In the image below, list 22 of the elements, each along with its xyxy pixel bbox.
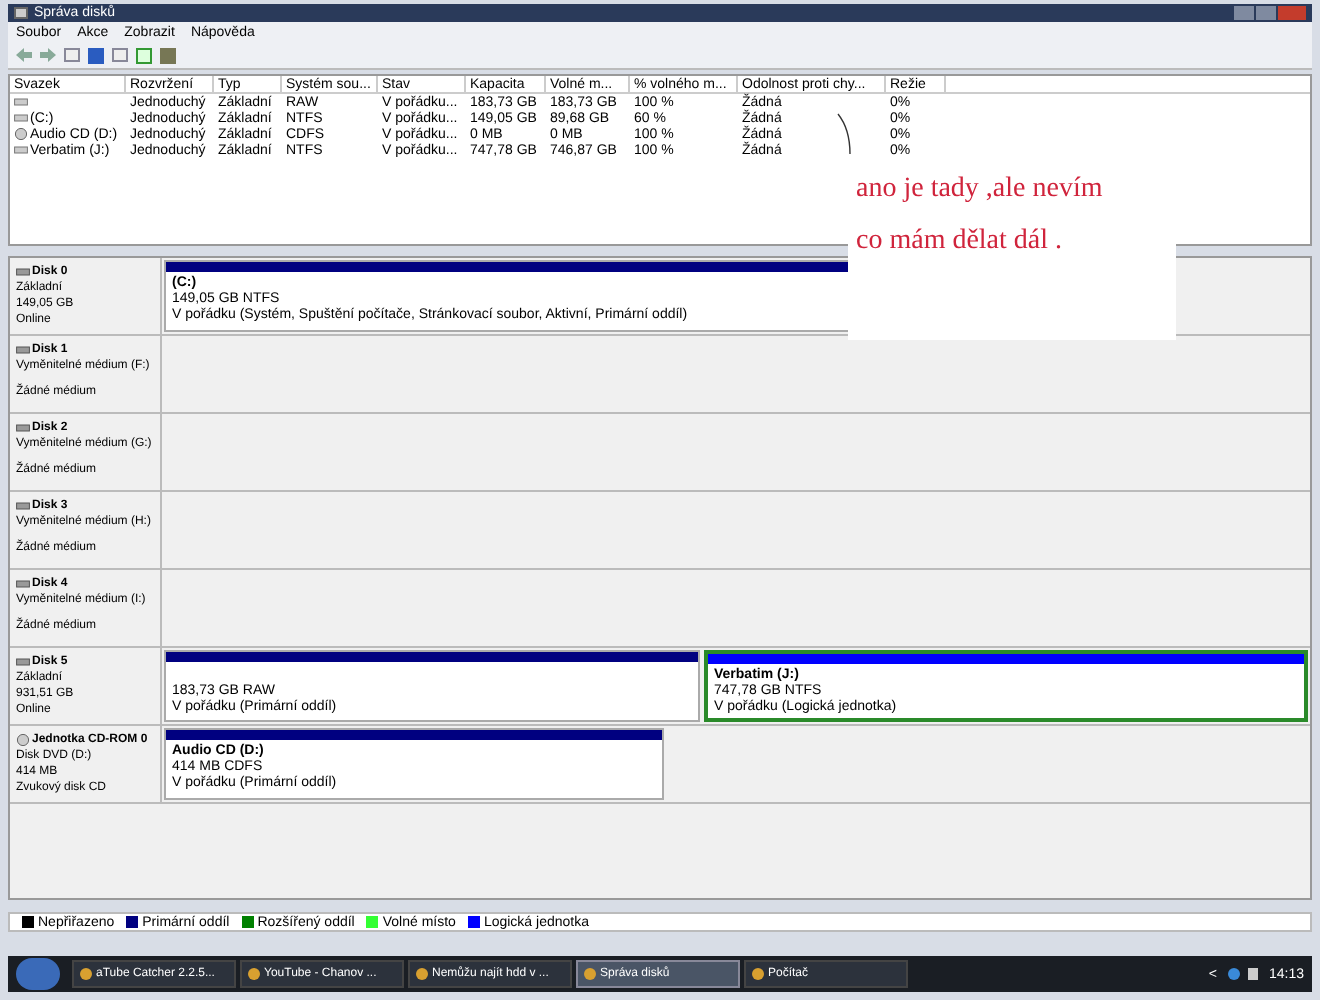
app-icon xyxy=(752,968,764,980)
cd-drive-icon xyxy=(14,128,28,140)
drive-icon xyxy=(16,578,30,590)
cd-drive-icon xyxy=(16,734,30,746)
forward-arrow-icon[interactable] xyxy=(40,48,56,62)
drive-icon xyxy=(16,500,30,512)
annotation-text: ano je tady ,ale nevím xyxy=(856,172,1105,208)
app-icon xyxy=(80,968,92,980)
drive-icon xyxy=(16,266,30,278)
back-arrow-icon[interactable] xyxy=(16,48,32,62)
drive-icon xyxy=(14,144,28,156)
leader-line xyxy=(836,112,852,156)
network-icon[interactable] xyxy=(1228,968,1241,980)
app-icon xyxy=(416,968,428,980)
start-button[interactable] xyxy=(16,958,60,990)
drive-icon xyxy=(16,656,30,668)
speaker-icon[interactable] xyxy=(1248,968,1259,980)
drive-icon xyxy=(16,422,30,434)
annotation-text: co mám dělat dál . xyxy=(856,224,1065,260)
drive-icon xyxy=(16,344,30,356)
app-icon xyxy=(248,968,260,980)
app-icon xyxy=(584,968,596,980)
